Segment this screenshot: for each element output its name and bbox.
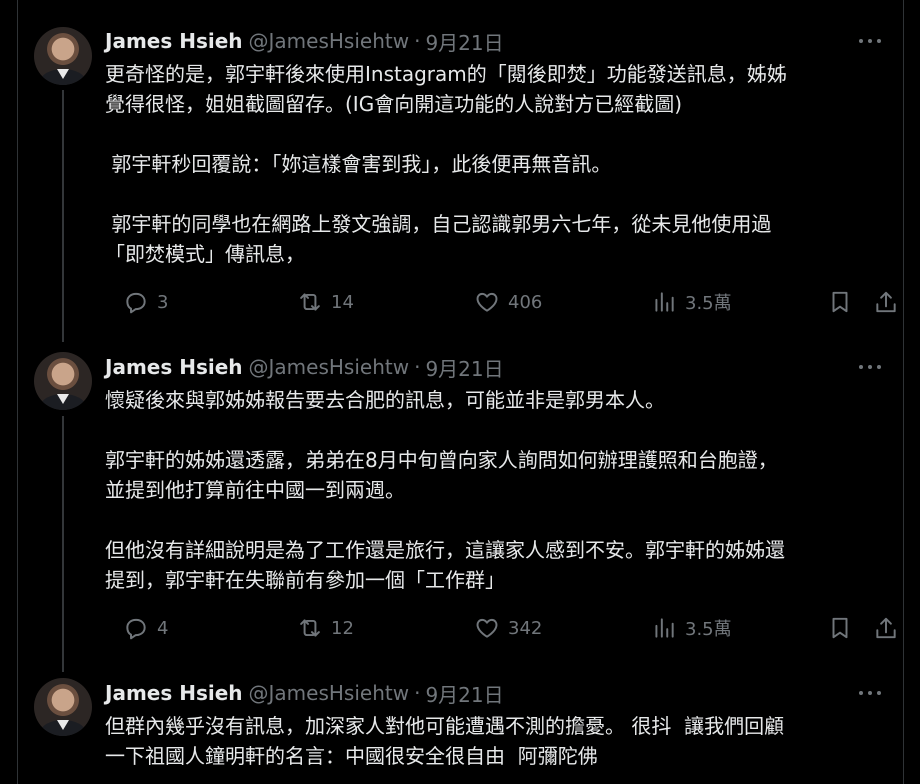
views-icon: [655, 292, 674, 312]
tweet-header: James Hsieh @JamesHsiehtw · 9月21日: [105, 27, 504, 56]
more-icon[interactable]: [859, 30, 881, 52]
more-icon[interactable]: [859, 356, 881, 378]
more-icon[interactable]: [859, 682, 881, 704]
reply-count: 4: [157, 617, 169, 639]
tweet-3[interactable]: James Hsieh @JamesHsiehtw · 9月21日 但群內幾乎沒…: [18, 672, 905, 784]
author-name[interactable]: James Hsieh: [105, 681, 243, 705]
bookmark-icon: [832, 617, 848, 639]
tweet-text: 懷疑後來與郭姊姊報告要去合肥的訊息，可能並非是郭男本人。 郭宇軒的姊姊還透露，弟…: [105, 388, 785, 592]
avatar[interactable]: [34, 678, 92, 736]
share-button[interactable]: [873, 288, 899, 316]
heart-icon: [476, 618, 498, 638]
author-handle[interactable]: @JamesHsiehtw: [249, 355, 410, 379]
timeline: James Hsieh @JamesHsiehtw · 9月21日 更奇怪的是，…: [17, 0, 904, 784]
separator: ·: [414, 681, 421, 705]
retweet-button[interactable]: 12: [297, 614, 354, 642]
tweet-text: 更奇怪的是，郭宇軒後來使用Instagram的「閱後即焚」功能發送訊息，姊姊 覺…: [105, 62, 787, 266]
retweet-icon: [300, 619, 320, 637]
thread-line: [62, 90, 64, 342]
author-name[interactable]: James Hsieh: [105, 29, 243, 53]
views-button[interactable]: 3.5萬: [651, 614, 732, 642]
bookmark-button[interactable]: [827, 288, 853, 316]
views-count: 3.5萬: [685, 293, 732, 314]
author-handle[interactable]: @JamesHsiehtw: [249, 29, 410, 53]
share-button[interactable]: [873, 614, 899, 642]
like-count: 406: [508, 291, 543, 313]
share-icon: [876, 291, 896, 313]
separator: ·: [414, 29, 421, 53]
thread-line: [62, 416, 64, 672]
author-name[interactable]: James Hsieh: [105, 355, 243, 379]
share-icon: [876, 617, 896, 639]
bookmark-button[interactable]: [827, 614, 853, 642]
timestamp[interactable]: 9月21日: [425, 679, 503, 708]
reply-button[interactable]: 3: [123, 288, 168, 316]
reply-icon: [126, 618, 146, 640]
tweet-actions: 3 14 406 3.5萬: [105, 288, 896, 316]
avatar[interactable]: [34, 352, 92, 410]
like-count: 342: [508, 617, 543, 639]
retweet-icon: [300, 293, 320, 311]
like-button[interactable]: 406: [474, 288, 542, 316]
retweet-button[interactable]: 14: [297, 288, 354, 316]
reply-icon: [126, 292, 146, 314]
separator: ·: [414, 355, 421, 379]
tweet-1[interactable]: James Hsieh @JamesHsiehtw · 9月21日 更奇怪的是，…: [18, 0, 905, 342]
timestamp[interactable]: 9月21日: [425, 353, 503, 382]
timestamp[interactable]: 9月21日: [425, 27, 503, 56]
heart-icon: [476, 292, 498, 312]
tweet-header: James Hsieh @JamesHsiehtw · 9月21日: [105, 679, 504, 708]
views-icon: [655, 618, 674, 638]
tweet-actions: 4 12 342 3.5萬: [105, 614, 896, 642]
bookmark-icon: [832, 291, 848, 313]
reply-count: 3: [157, 291, 169, 313]
retweet-count: 14: [331, 291, 354, 313]
author-handle[interactable]: @JamesHsiehtw: [249, 681, 410, 705]
tweet-2[interactable]: James Hsieh @JamesHsiehtw · 9月21日 懷疑後來與郭…: [18, 342, 905, 672]
views-count: 3.5萬: [685, 619, 732, 640]
tweet-text: 但群內幾乎沒有訊息，加深家人對他可能遭遇不測的擔憂。 很抖 讓我們回顧 一下祖國…: [105, 714, 785, 768]
tweet-header: James Hsieh @JamesHsiehtw · 9月21日: [105, 353, 504, 382]
avatar[interactable]: [34, 27, 92, 85]
reply-button[interactable]: 4: [123, 614, 168, 642]
retweet-count: 12: [331, 617, 354, 639]
views-button[interactable]: 3.5萬: [651, 288, 732, 316]
like-button[interactable]: 342: [474, 614, 542, 642]
